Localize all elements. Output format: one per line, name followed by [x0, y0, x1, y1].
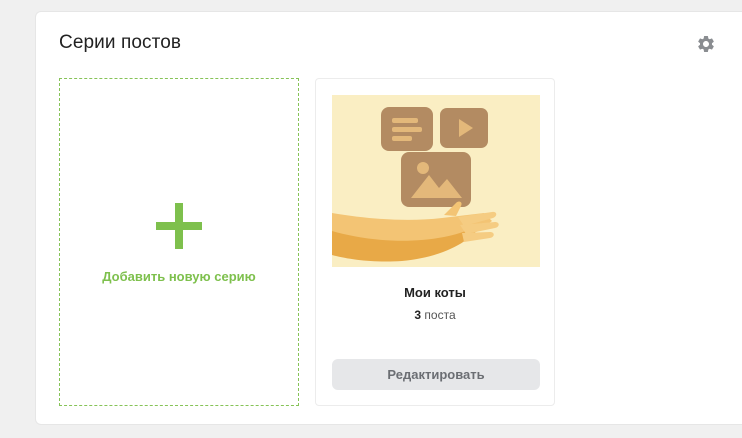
plus-icon [156, 203, 202, 249]
image-tile-icon [401, 152, 471, 207]
series-card: Мои коты 3 поста Редактировать [315, 78, 555, 406]
series-post-count: 3 поста [316, 308, 554, 322]
panel-title: Серии постов [59, 32, 182, 53]
edit-series-button[interactable]: Редактировать [332, 359, 540, 390]
document-tile-icon [381, 107, 433, 151]
add-series-card[interactable]: Добавить новую серию [59, 78, 299, 406]
post-count-number: 3 [414, 308, 422, 322]
video-tile-icon [440, 108, 488, 148]
gear-icon[interactable] [696, 34, 716, 54]
series-panel: Серии постов Добавить новую серию Мои ко… [35, 11, 742, 425]
add-series-label: Добавить новую серию [102, 269, 256, 284]
series-cover-illustration [332, 95, 540, 267]
series-name: Мои коты [404, 285, 466, 300]
post-count-unit: поста [424, 308, 456, 322]
